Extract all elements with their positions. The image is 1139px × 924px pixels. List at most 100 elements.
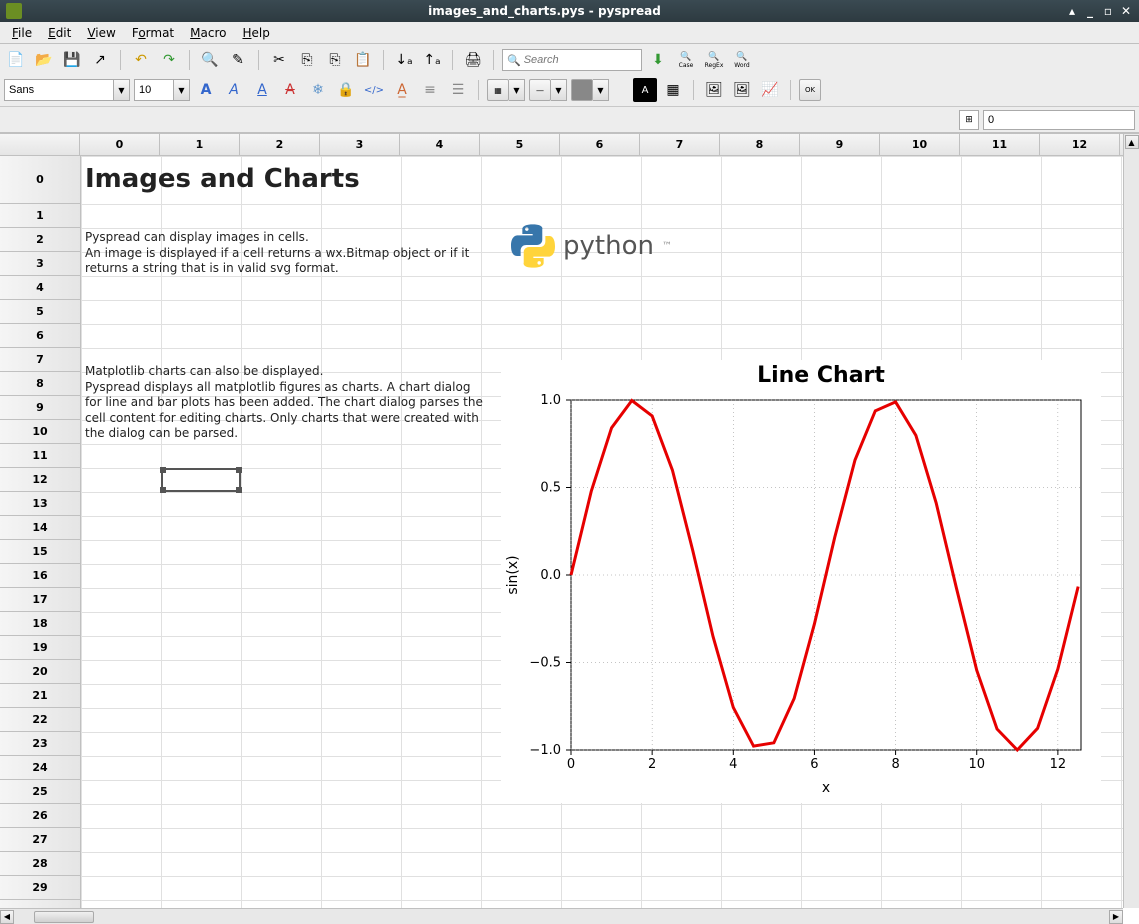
font-family-combo[interactable]: ▼ — [4, 79, 130, 101]
paste-button[interactable]: 📋 — [351, 48, 375, 72]
col-header[interactable]: 4 — [400, 134, 480, 155]
row-header[interactable]: 11 — [0, 444, 80, 468]
row-header[interactable]: 17 — [0, 588, 80, 612]
find-button[interactable]: 🔍 — [198, 48, 222, 72]
row-header[interactable]: 5 — [0, 300, 80, 324]
cut-button[interactable]: ✂ — [267, 48, 291, 72]
italic-button[interactable]: A — [222, 78, 246, 102]
col-header[interactable]: 7 — [640, 134, 720, 155]
text-color-button[interactable]: A — [633, 78, 657, 102]
find-replace-button[interactable]: ✎ — [226, 48, 250, 72]
menu-format[interactable]: Format — [124, 24, 182, 42]
horizontal-scrollbar[interactable]: ◀ ▶ — [0, 908, 1123, 924]
undo-button[interactable]: ↶ — [129, 48, 153, 72]
markup-button[interactable]: </> — [362, 78, 386, 102]
row-header[interactable]: 7 — [0, 348, 80, 372]
row-header[interactable]: 23 — [0, 732, 80, 756]
merge-cells-button[interactable]: OK — [799, 79, 821, 101]
row-header[interactable]: 3 — [0, 252, 80, 276]
row-header[interactable]: 26 — [0, 804, 80, 828]
search-box[interactable]: 🔍 — [502, 49, 642, 71]
row-header[interactable]: 4 — [0, 276, 80, 300]
export-button[interactable]: ↗ — [88, 48, 112, 72]
font-family-input[interactable] — [4, 79, 114, 101]
sort-desc-button[interactable]: ↑ₐ — [420, 48, 444, 72]
open-file-button[interactable]: 📂 — [32, 48, 56, 72]
sort-asc-button[interactable]: ↓ₐ — [392, 48, 416, 72]
row-header[interactable]: 12 — [0, 468, 80, 492]
menu-view[interactable]: View — [79, 24, 123, 42]
search-input[interactable] — [524, 54, 637, 66]
row-header[interactable]: 22 — [0, 708, 80, 732]
menu-help[interactable]: Help — [234, 24, 277, 42]
search-word-button[interactable]: 🔍Word — [730, 48, 754, 72]
maximize-alt-button[interactable]: ▴ — [1065, 4, 1079, 18]
row-header[interactable]: 6 — [0, 324, 80, 348]
col-header[interactable]: 1 — [160, 134, 240, 155]
row-header[interactable]: 16 — [0, 564, 80, 588]
new-file-button[interactable]: 📄 — [4, 48, 28, 72]
bold-button[interactable]: A — [194, 78, 218, 102]
scroll-up-button[interactable]: ▲ — [1125, 135, 1139, 149]
row-header[interactable]: 18 — [0, 612, 80, 636]
row-header[interactable]: 10 — [0, 420, 80, 444]
cell-area[interactable]: Images and Charts Pyspread can display i… — [81, 156, 1139, 916]
copy-button[interactable]: ⎘ — [295, 48, 319, 72]
align-left-button[interactable]: ≡ — [418, 78, 442, 102]
row-header[interactable]: 15 — [0, 540, 80, 564]
save-file-button[interactable]: 💾 — [60, 48, 84, 72]
col-header[interactable]: 3 — [320, 134, 400, 155]
row-header[interactable]: 19 — [0, 636, 80, 660]
border-style-combo[interactable]: ▦▼ — [487, 79, 525, 101]
col-header[interactable]: 5 — [480, 134, 560, 155]
row-header[interactable]: 20 — [0, 660, 80, 684]
scroll-right-button[interactable]: ▶ — [1109, 910, 1123, 924]
col-header[interactable]: 9 — [800, 134, 880, 155]
redo-button[interactable]: ↷ — [157, 48, 181, 72]
col-header[interactable]: 12 — [1040, 134, 1120, 155]
select-all-corner[interactable] — [0, 134, 80, 155]
menu-file[interactable]: File — [4, 24, 40, 42]
maximize-button[interactable]: ▫ — [1101, 4, 1115, 18]
close-button[interactable]: ✕ — [1119, 4, 1133, 18]
formula-input[interactable] — [983, 110, 1135, 130]
align-top-button[interactable]: ☰ — [446, 78, 470, 102]
row-header[interactable]: 13 — [0, 492, 80, 516]
strikethrough-button[interactable]: A — [278, 78, 302, 102]
font-size-combo[interactable]: ▼ — [134, 79, 190, 101]
font-size-input[interactable] — [134, 79, 174, 101]
minimize-button[interactable]: _ — [1083, 4, 1097, 18]
row-header[interactable]: 24 — [0, 756, 80, 780]
row-header[interactable]: 8 — [0, 372, 80, 396]
row-header[interactable]: 0 — [0, 156, 80, 204]
col-header[interactable]: 11 — [960, 134, 1040, 155]
vertical-scrollbar[interactable]: ▲ — [1123, 134, 1139, 908]
border-width-combo[interactable]: —▼ — [529, 79, 567, 101]
row-header[interactable]: 14 — [0, 516, 80, 540]
col-header[interactable]: 6 — [560, 134, 640, 155]
col-header[interactable]: 0 — [80, 134, 160, 155]
row-header[interactable]: 2 — [0, 228, 80, 252]
row-header[interactable]: 9 — [0, 396, 80, 420]
row-header[interactable]: 29 — [0, 876, 80, 900]
insert-image-button[interactable]: 🖼 — [702, 78, 726, 102]
scroll-left-button[interactable]: ◀ — [0, 910, 14, 924]
hscroll-thumb[interactable] — [34, 911, 94, 923]
lock-button[interactable]: 🔒 — [334, 78, 358, 102]
row-header[interactable]: 25 — [0, 780, 80, 804]
font-family-dropdown-icon[interactable]: ▼ — [114, 79, 130, 101]
copy-results-button[interactable]: ⎘ — [323, 48, 347, 72]
menu-macro[interactable]: Macro — [182, 24, 234, 42]
font-size-dropdown-icon[interactable]: ▼ — [174, 79, 190, 101]
col-header[interactable]: 10 — [880, 134, 960, 155]
table-choice-icon[interactable]: ⊞ — [959, 110, 979, 130]
freeze-button[interactable]: ❄ — [306, 78, 330, 102]
bg-color-button[interactable]: ▦ — [661, 78, 685, 102]
col-header[interactable]: 8 — [720, 134, 800, 155]
row-header[interactable]: 1 — [0, 204, 80, 228]
search-go-button[interactable]: ⬇ — [646, 48, 670, 72]
underline-button[interactable]: A — [250, 78, 274, 102]
row-header[interactable]: 28 — [0, 852, 80, 876]
link-image-button[interactable]: 🖼 — [730, 78, 754, 102]
menu-edit[interactable]: Edit — [40, 24, 79, 42]
